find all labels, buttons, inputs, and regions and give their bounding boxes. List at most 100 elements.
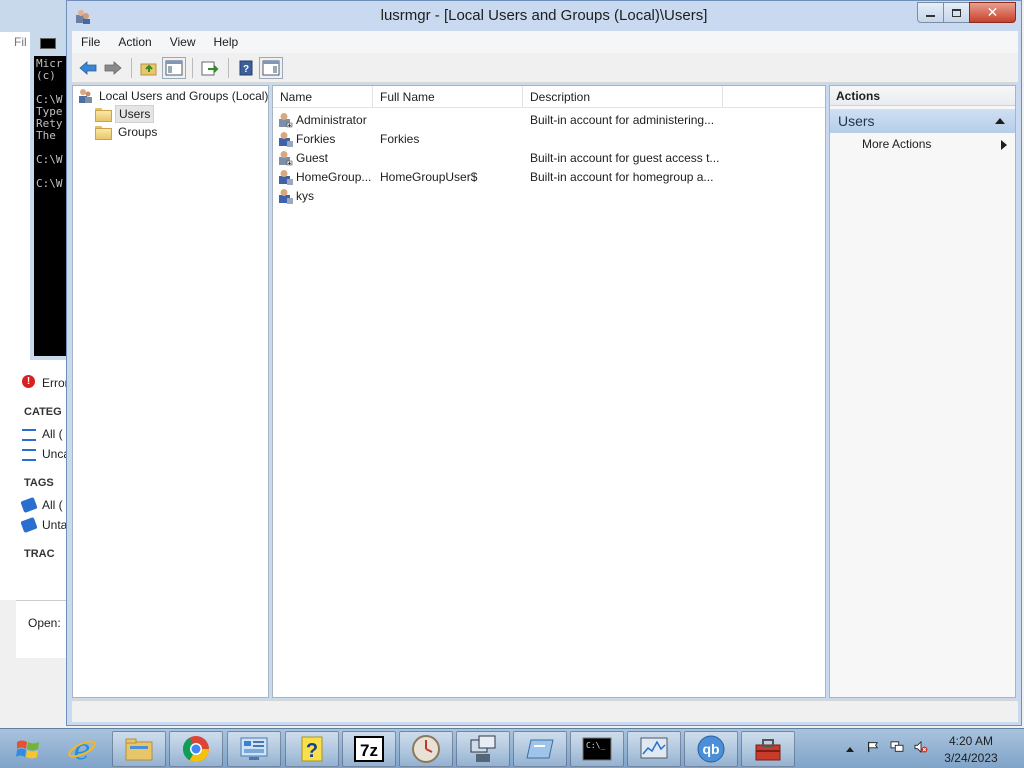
minimize-button[interactable] <box>917 2 944 23</box>
folder-icon <box>95 108 112 122</box>
tree-item-groups[interactable]: Groups <box>95 123 160 141</box>
close-icon: ✕ <box>986 4 999 20</box>
actions-section-users[interactable]: Users <box>830 109 1015 133</box>
minimize-icon <box>926 14 935 17</box>
forward-button[interactable] <box>101 57 125 79</box>
user-row-kys[interactable]: kys <box>273 186 723 205</box>
taskbar-help[interactable]: ? <box>285 731 339 767</box>
remote-desktop-icon <box>526 739 554 759</box>
help-book-icon: ? <box>239 60 253 75</box>
background-categories-uncategorized[interactable]: Unca <box>42 447 68 461</box>
taskbar-lusrmgr[interactable] <box>741 731 795 767</box>
menu-view[interactable]: View <box>161 35 205 49</box>
folder-up-icon <box>140 63 157 75</box>
list-icon <box>22 449 36 461</box>
column-header-name[interactable]: Name <box>273 86 373 108</box>
taskbar-7zip[interactable]: 7z <box>342 731 396 767</box>
user-description: Built-in account for homegroup a... <box>530 169 714 184</box>
menu-help[interactable]: Help <box>205 35 248 49</box>
lusrmgr-window: lusrmgr - [Local Users and Groups (Local… <box>66 0 1022 726</box>
network-computer-icon <box>470 735 496 762</box>
more-actions-item[interactable]: More Actions <box>862 137 931 151</box>
background-categories-all[interactable]: All ( <box>42 427 68 441</box>
svg-text:e: e <box>74 734 91 764</box>
tree-root-node[interactable]: Local Users and Groups (Local) <box>77 87 271 105</box>
svg-text:C:\_: C:\_ <box>586 741 605 750</box>
command-prompt-titlebar[interactable] <box>34 30 68 56</box>
action-pane-icon <box>262 60 280 75</box>
background-tags-untagged[interactable]: Unta <box>42 518 68 532</box>
taskbar-clock-app[interactable] <box>399 731 453 767</box>
user-name: HomeGroup... <box>296 169 372 184</box>
file-explorer-icon <box>125 738 153 761</box>
background-tags-header: TAGS <box>24 477 54 489</box>
clock-date[interactable]: 3/24/2023 <box>940 751 1002 765</box>
background-app-file-menu[interactable]: Fil <box>14 35 27 49</box>
maximize-button[interactable] <box>943 2 970 23</box>
users-list-pane: Name Full Name Description Administrator… <box>272 85 826 698</box>
show-hidden-icons-icon[interactable] <box>846 747 854 752</box>
qbittorrent-icon: qb <box>697 735 725 763</box>
actions-pane: Actions Users More Actions <box>829 85 1016 698</box>
show-hide-action-pane-button[interactable] <box>259 56 283 79</box>
user-name: Administrator <box>296 112 367 127</box>
cmd-icon <box>40 38 56 49</box>
user-disabled-icon <box>279 150 293 165</box>
tree-item-users-label: Users <box>115 105 155 123</box>
toolbar-separator <box>131 57 132 78</box>
list-icon <box>22 429 36 441</box>
window-titlebar[interactable]: lusrmgr - [Local Users and Groups (Local… <box>67 1 1021 31</box>
console-tree-pane: Local Users and Groups (Local) Users Gro… <box>72 85 269 698</box>
svg-text:7z: 7z <box>360 741 378 760</box>
toolbox-icon <box>755 739 781 761</box>
svg-text:?: ? <box>306 740 318 762</box>
action-center-flag-icon[interactable] <box>866 741 880 753</box>
taskbar-control-panel[interactable] <box>227 731 281 767</box>
submenu-arrow-icon <box>1001 140 1007 150</box>
toolbar-separator <box>228 57 229 78</box>
start-button[interactable] <box>6 735 50 765</box>
user-row-forkies[interactable]: Forkies Forkies <box>273 129 723 148</box>
performance-monitor-icon <box>640 737 668 759</box>
tree-item-groups-label: Groups <box>118 125 158 139</box>
export-list-button[interactable] <box>198 57 222 79</box>
local-users-groups-icon <box>79 89 92 103</box>
menu-file[interactable]: File <box>72 35 109 49</box>
user-name: Guest <box>296 150 329 165</box>
taskbar-network[interactable] <box>456 731 510 767</box>
column-header-description[interactable]: Description <box>523 86 723 108</box>
taskbar-qbittorrent[interactable]: qb <box>684 731 738 767</box>
background-error-item[interactable]: Error <box>42 376 68 390</box>
network-tray-icon[interactable] <box>890 741 904 753</box>
taskbar-remote-desktop[interactable] <box>513 731 567 767</box>
control-panel-icon <box>240 737 268 760</box>
background-tags-all[interactable]: All ( <box>42 498 68 512</box>
help-button[interactable]: ? <box>234 57 258 79</box>
back-button[interactable] <box>76 57 100 79</box>
toolbar-separator <box>192 57 193 78</box>
user-row-guest[interactable]: Guest Built-in account for guest access … <box>273 148 723 167</box>
show-hide-console-tree-button[interactable] <box>162 56 186 79</box>
taskbar-command-prompt[interactable]: C:\_ <box>570 731 624 767</box>
column-header-full-name[interactable]: Full Name <box>373 86 523 108</box>
back-arrow-icon <box>79 60 97 75</box>
taskbar-internet-explorer[interactable]: e <box>55 731 109 767</box>
export-list-icon <box>201 61 219 75</box>
user-full-name: Forkies <box>380 131 420 146</box>
user-row-homegroup[interactable]: HomeGroup... HomeGroupUser$ Built-in acc… <box>273 167 723 186</box>
volume-muted-icon[interactable] <box>914 741 928 753</box>
user-icon <box>279 112 293 127</box>
tree-item-users[interactable]: Users <box>95 105 155 123</box>
taskbar-performance-monitor[interactable] <box>627 731 681 767</box>
clock-time[interactable]: 4:20 AM <box>946 734 996 748</box>
taskbar-file-explorer[interactable] <box>112 731 166 767</box>
menu-action[interactable]: Action <box>109 35 160 49</box>
folder-icon <box>95 126 112 140</box>
7zip-icon: 7z <box>354 736 384 762</box>
taskbar-chrome[interactable] <box>169 731 223 767</box>
tag-icon <box>20 496 38 514</box>
collapse-up-icon[interactable] <box>995 118 1005 124</box>
user-row-administrator[interactable]: Administrator Built-in account for admin… <box>273 110 723 129</box>
up-one-level-button[interactable] <box>137 57 161 79</box>
close-button[interactable]: ✕ <box>969 2 1016 23</box>
